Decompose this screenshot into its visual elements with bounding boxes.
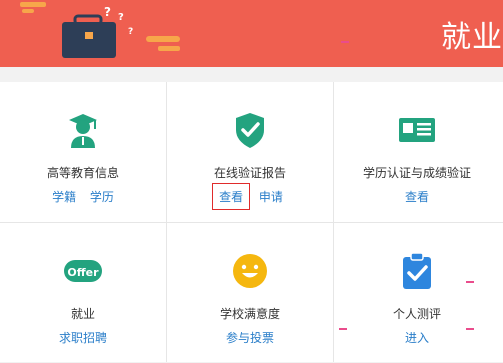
decor-dash (466, 281, 474, 283)
graduate-icon (69, 114, 97, 148)
service-online-verification[interactable]: 在线验证报告 查看 申请 (167, 82, 333, 222)
services-grid: 高等教育信息 学籍 学历 在线验证报告 查看 申请 学历认证与成绩验证 查看 O… (0, 82, 503, 362)
offer-badge-text: Offer (67, 266, 99, 279)
link-view-certification[interactable]: 查看 (400, 190, 434, 204)
offer-badge-icon: Offer (64, 260, 102, 282)
clipboard-check-icon (403, 252, 431, 289)
decor-dash (339, 328, 347, 330)
link-enrollment[interactable]: 学籍 (47, 190, 81, 204)
link-view-report[interactable]: 查看 (212, 183, 251, 210)
link-enter[interactable]: 进入 (400, 331, 434, 345)
service-title: 在线验证报告 (213, 166, 286, 180)
link-job-search[interactable]: 求职招聘 (54, 331, 112, 345)
service-title: 就业 (70, 307, 95, 321)
service-personal-assessment[interactable]: 个人测评 进入 (334, 223, 500, 363)
service-school-satisfaction[interactable]: 学校满意度 参与投票 (167, 223, 333, 363)
service-title: 学校满意度 (219, 307, 280, 321)
svg-text:?: ? (128, 27, 133, 37)
service-employment[interactable]: Offer 就业 求职招聘 (0, 223, 166, 363)
service-degree-certification[interactable]: 学历认证与成绩验证 查看 (334, 82, 500, 222)
briefcase-icon (62, 14, 116, 58)
svg-text:?: ? (118, 12, 124, 23)
link-apply-report[interactable]: 申请 (254, 190, 288, 204)
link-degree[interactable]: 学历 (85, 190, 119, 204)
id-card-icon (399, 118, 435, 142)
service-title: 高等教育信息 (46, 166, 119, 180)
decor-dash (341, 41, 349, 43)
link-vote[interactable]: 参与投票 (221, 331, 279, 345)
svg-text:?: ? (104, 5, 111, 19)
service-title: 个人测评 (392, 307, 441, 321)
job-illustration: ? ? ? (20, 2, 180, 58)
shield-check-icon (236, 113, 264, 148)
service-education-info[interactable]: 高等教育信息 学籍 学历 (0, 82, 166, 222)
decor-dash (466, 328, 474, 330)
smiley-face-icon (233, 254, 267, 288)
service-title: 学历认证与成绩验证 (362, 166, 471, 180)
banner-title: 就业 (441, 20, 503, 55)
top-banner: ? ? ? 就业 (0, 0, 503, 67)
